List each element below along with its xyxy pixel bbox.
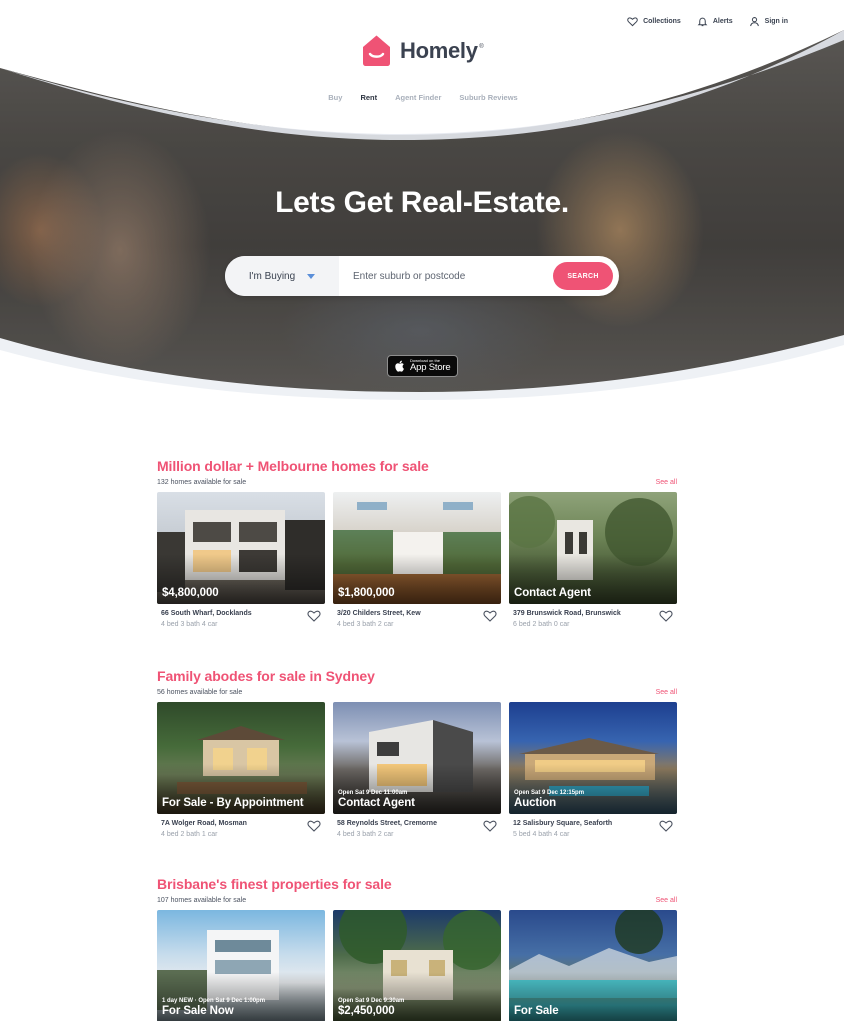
- listing-card[interactable]: $1,800,000 3/20 Childers Street, Kew 4 b…: [333, 492, 501, 628]
- app-store-big-text: App Store: [410, 362, 451, 374]
- nav-rent[interactable]: Rent: [360, 93, 377, 102]
- listing-card[interactable]: Contact Agent 379 Brunswick Road, Brunsw…: [509, 492, 677, 628]
- listing-card[interactable]: 1 day NEW · Open Sat 9 Dec 1:00pm For Sa…: [157, 910, 325, 1021]
- section-subtitle: 107 homes available for sale: [157, 897, 247, 904]
- listing-price: For Sale: [514, 1005, 559, 1017]
- listing-address: 3/20 Childers Street, Kew: [337, 610, 421, 617]
- sign-in-link[interactable]: Sign in: [749, 16, 788, 27]
- listing-photo: 1 day NEW · Open Sat 9 Dec 1:00pm For Sa…: [157, 910, 325, 1021]
- bell-icon: [697, 17, 708, 27]
- listing-photo: Open Sat 9 Dec 9:30am $2,450,000: [333, 910, 501, 1021]
- listing-price: For Sale Now: [162, 1005, 234, 1017]
- listing-photo: $1,800,000: [333, 492, 501, 604]
- utility-nav: Collections Alerts Sign in: [627, 16, 788, 27]
- listing-card[interactable]: $4,800,000 66 South Wharf, Docklands 4 b…: [157, 492, 325, 628]
- hero-title: Lets Get Real-Estate.: [275, 186, 569, 219]
- nav-buy[interactable]: Buy: [328, 93, 342, 102]
- listing-section-melbourne: Million dollar + Melbourne homes for sal…: [157, 458, 677, 628]
- search-type-dropdown[interactable]: I'm Buying: [225, 256, 339, 296]
- listing-photo: For Sale - By Appointment: [157, 702, 325, 814]
- listing-address: 12 Salisbury Square, Seaforth: [513, 820, 613, 827]
- save-heart-icon[interactable]: [659, 819, 673, 832]
- nav-suburb-reviews[interactable]: Suburb Reviews: [459, 93, 517, 102]
- logo-text: Homely: [400, 37, 478, 63]
- listing-section-brisbane: Brisbane's finest properties for sale 10…: [157, 876, 677, 1021]
- app-store-badge[interactable]: Download on the App Store: [387, 355, 458, 377]
- listing-photo: For Sale: [509, 910, 677, 1021]
- listing-price: $4,800,000: [162, 587, 219, 599]
- house-logo-icon: [363, 35, 390, 66]
- save-heart-icon[interactable]: [307, 609, 321, 622]
- listing-address: 379 Brunswick Road, Brunswick: [513, 610, 621, 617]
- listing-features: 4 bed 3 bath 2 car: [337, 831, 394, 838]
- save-heart-icon[interactable]: [659, 609, 673, 622]
- heart-icon: [627, 17, 638, 27]
- listing-photo: $4,800,000: [157, 492, 325, 604]
- listing-card[interactable]: Open Sat 9 Dec 12:15pm Auction 12 Salisb…: [509, 702, 677, 838]
- listing-price: For Sale - By Appointment: [162, 797, 304, 809]
- listing-address: 58 Reynolds Street, Cremorne: [337, 820, 437, 827]
- listing-price: Contact Agent: [338, 797, 415, 809]
- see-all-link[interactable]: See all: [656, 479, 677, 486]
- alerts-label: Alerts: [712, 18, 733, 25]
- listing-features: 5 bed 4 bath 4 car: [513, 831, 570, 838]
- listing-features: 4 bed 2 bath 1 car: [161, 831, 218, 838]
- section-title: Family abodes for sale in Sydney: [157, 668, 375, 684]
- section-subtitle: 132 homes available for sale: [157, 479, 247, 486]
- listing-card[interactable]: For Sale - By Appointment 7A Wolger Road…: [157, 702, 325, 838]
- listing-features: 4 bed 3 bath 2 car: [337, 621, 394, 628]
- see-all-link[interactable]: See all: [656, 897, 677, 904]
- listing-inspection: 1 day NEW · Open Sat 9 Dec 1:00pm: [162, 998, 266, 1004]
- section-subtitle: 56 homes available for sale: [157, 689, 243, 696]
- listing-card[interactable]: Open Sat 9 Dec 9:30am $2,450,000: [333, 910, 501, 1021]
- sign-in-label: Sign in: [764, 18, 788, 25]
- nav-agent-finder[interactable]: Agent Finder: [395, 93, 441, 102]
- listing-features: 6 bed 2 bath 0 car: [513, 621, 570, 628]
- section-title: Million dollar + Melbourne homes for sal…: [157, 458, 429, 474]
- alerts-link[interactable]: Alerts: [697, 16, 733, 27]
- save-heart-icon[interactable]: [483, 819, 497, 832]
- see-all-link[interactable]: See all: [656, 689, 677, 696]
- homely-logo[interactable]: Homely ®: [361, 34, 484, 67]
- search-bar: I'm Buying SEARCH: [225, 256, 619, 296]
- section-title: Brisbane's finest properties for sale: [157, 876, 392, 892]
- listing-inspection: Open Sat 9 Dec 9:30am: [338, 998, 405, 1004]
- listing-price: $1,800,000: [338, 587, 395, 599]
- save-heart-icon[interactable]: [483, 609, 497, 622]
- apple-icon: [395, 360, 404, 372]
- listing-price: Contact Agent: [514, 587, 591, 599]
- listing-inspection: Open Sat 9 Dec 11:00am: [338, 790, 408, 796]
- caret-down-icon: [307, 273, 316, 279]
- save-heart-icon[interactable]: [307, 819, 321, 832]
- listing-price: Auction: [514, 797, 557, 809]
- listing-card[interactable]: For Sale: [509, 910, 677, 1021]
- listing-features: 4 bed 3 bath 4 car: [161, 621, 218, 628]
- collections-label: Collections: [643, 18, 681, 25]
- listing-inspection: Open Sat 9 Dec 12:15pm: [514, 790, 585, 796]
- user-icon: [749, 17, 759, 27]
- search-button[interactable]: SEARCH: [553, 262, 613, 290]
- listing-photo: Contact Agent: [509, 492, 677, 604]
- collections-link[interactable]: Collections: [627, 16, 681, 27]
- main-nav: Buy Rent Agent Finder Suburb Reviews: [0, 93, 844, 102]
- listing-card[interactable]: Open Sat 9 Dec 11:00am Contact Agent 58 …: [333, 702, 501, 838]
- listing-address: 66 South Wharf, Docklands: [161, 610, 252, 617]
- search-type-label: I'm Buying: [248, 270, 296, 282]
- listing-photo: Open Sat 9 Dec 11:00am Contact Agent: [333, 702, 501, 814]
- search-input[interactable]: [339, 256, 553, 296]
- listing-address: 7A Wolger Road, Mosman: [161, 820, 247, 827]
- listing-section-sydney: Family abodes for sale in Sydney 56 home…: [157, 668, 677, 838]
- listing-price: $2,450,000: [338, 1005, 395, 1017]
- listing-photo: Open Sat 9 Dec 12:15pm Auction: [509, 702, 677, 814]
